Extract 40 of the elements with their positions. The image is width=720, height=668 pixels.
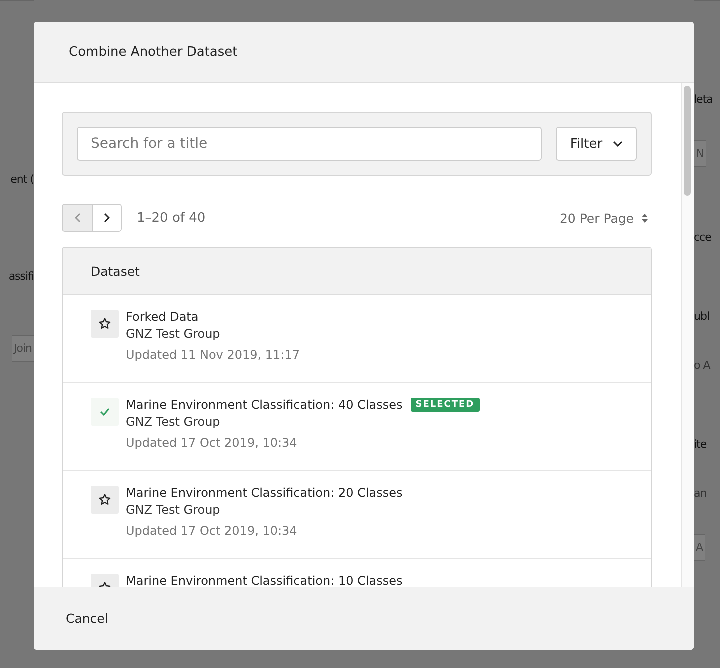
selected-badge: SELECTED — [410, 398, 480, 412]
background-text: A — [694, 534, 706, 561]
dataset-row[interactable]: Marine Environment Classification: 20 Classes GNZ Test Group Updated 17 Oct 2019, 10:34 — [63, 471, 651, 559]
dataset-title: Marine Environment Classification: 40 Classes — [126, 398, 403, 412]
next-page-button[interactable] — [92, 205, 121, 231]
background-text: N — [694, 140, 706, 167]
background-text: ubl — [694, 309, 710, 325]
search-field[interactable]: Search for a title — [77, 127, 542, 161]
cancel-button[interactable]: Cancel — [66, 607, 108, 630]
per-page-select[interactable]: 20 Per Page — [560, 210, 652, 226]
background-text: assifi — [8, 269, 34, 285]
page-range: 1–20 of 40 — [137, 210, 207, 226]
filter-button[interactable]: Filter — [556, 127, 637, 161]
background-text: ite — [694, 437, 707, 453]
checkmark-icon[interactable] — [91, 398, 119, 426]
dataset-title: Forked Data — [126, 310, 199, 324]
chevron-right-icon — [104, 213, 110, 223]
dataset-group: GNZ Test Group — [126, 415, 480, 429]
dataset-row[interactable]: Marine Environment Classification: 40 Classes SELECTED GNZ Test Group Updated 17 Oct 2019, 10:34 — [63, 383, 651, 471]
updated-date: Updated 17 Oct 2019, 10:34 — [126, 436, 298, 450]
dialog-title: Combine Another Dataset — [69, 44, 238, 60]
dataset-title: Marine Environment Classification: 20 Classes — [126, 486, 403, 500]
background-text: leta — [694, 92, 713, 108]
background-text: cce — [694, 230, 712, 246]
sort-arrows-icon — [642, 214, 648, 222]
updated-date: Updated 17 Oct 2019, 10:34 — [126, 524, 298, 538]
background-text: ent ( — [10, 172, 34, 188]
chevron-down-icon — [612, 141, 623, 147]
updated-date: Updated 11 Nov 2019, 11:17 — [126, 348, 300, 362]
dataset-row[interactable]: Forked Data GNZ Test Group Updated 11 Nov 2019, 11:17 — [63, 295, 651, 383]
dataset-group: GNZ Test Group — [126, 327, 300, 341]
dataset-title: Marine Environment Classification: 10 Classes — [126, 574, 403, 587]
dataset-group: GNZ Test Group — [126, 503, 403, 517]
column-header: Dataset — [91, 264, 140, 278]
background-text: o A — [694, 358, 710, 374]
scrollbar-thumb[interactable] — [684, 86, 691, 196]
background-text: an — [694, 486, 707, 502]
scrollbar[interactable] — [681, 83, 694, 587]
background-text: Join — [12, 335, 34, 362]
chevron-left-icon — [74, 213, 80, 223]
